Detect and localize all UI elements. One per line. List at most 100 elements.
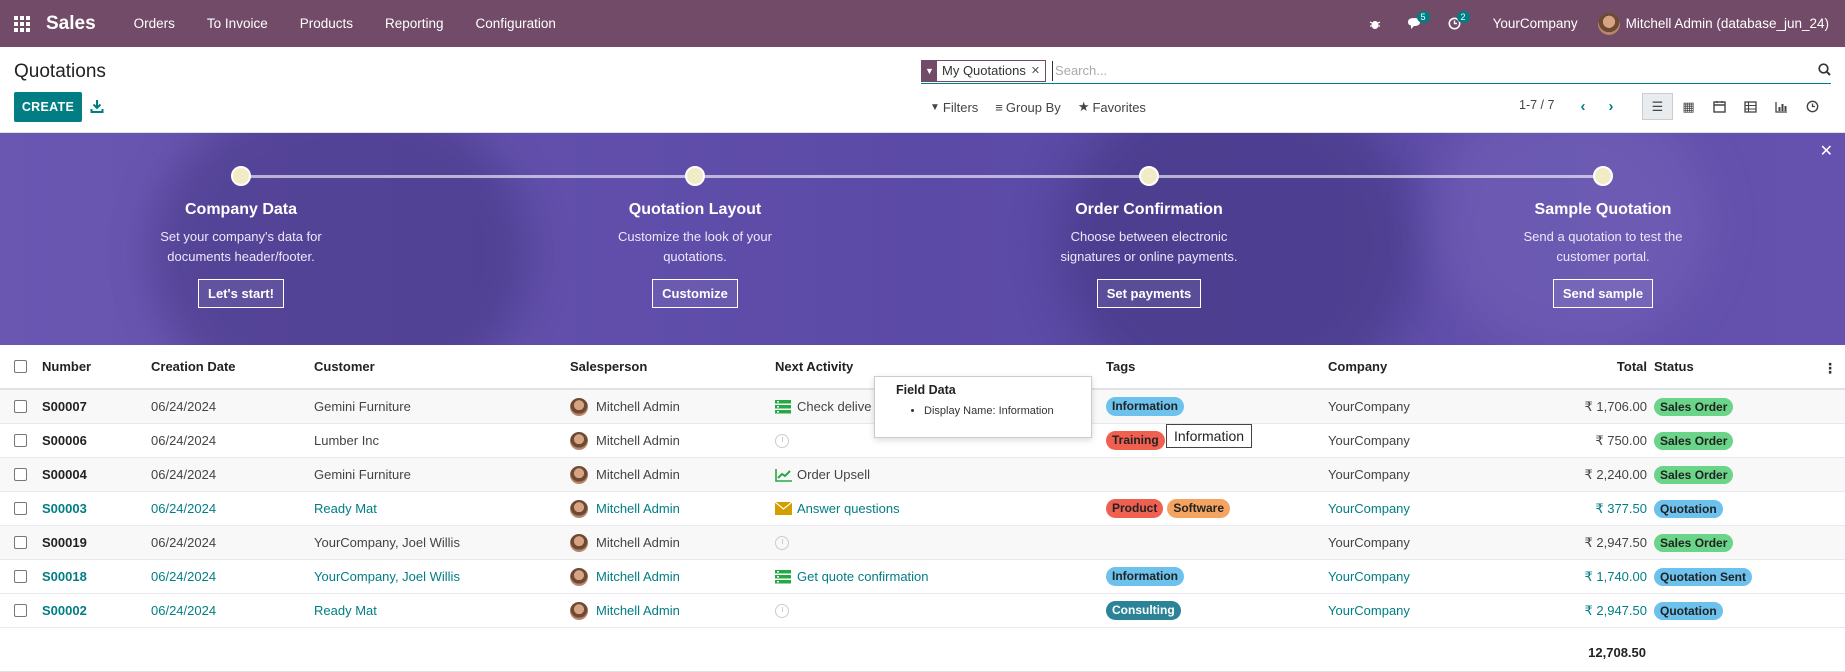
view-switcher: ☰ ▦	[1642, 93, 1828, 120]
header-status[interactable]: Status	[1654, 359, 1694, 374]
graph-view-icon[interactable]	[1766, 93, 1797, 120]
row-checkbox[interactable]	[14, 434, 27, 447]
step-title: Sample Quotation	[1534, 201, 1672, 218]
table-row[interactable]: S00003 06/24/2024 Ready Mat Mitchell Adm…	[0, 492, 1845, 526]
create-button[interactable]: CREATE	[14, 92, 82, 122]
close-banner-icon[interactable]: ✕	[1820, 141, 1833, 161]
tags: Consulting	[1106, 601, 1181, 620]
table-row[interactable]: S00004 06/24/2024 Gemini Furniture Mitch…	[0, 458, 1845, 492]
calendar-view-icon[interactable]	[1704, 93, 1735, 120]
header-customer[interactable]: Customer	[314, 359, 375, 374]
row-checkbox[interactable]	[14, 468, 27, 481]
todo-list-icon	[775, 569, 791, 584]
total: ₹ 377.50	[1595, 500, 1647, 516]
filters-dropdown[interactable]: ▼ Filters	[930, 99, 978, 115]
step-dot	[231, 166, 251, 186]
menu-reporting[interactable]: Reporting	[369, 0, 460, 47]
table-row[interactable]: S00018 06/24/2024 YourCompany, Joel Will…	[0, 560, 1845, 594]
order-number: S00002	[42, 603, 87, 618]
activity-summary: Order Upsell	[797, 467, 870, 482]
pivot-view-icon[interactable]	[1735, 93, 1766, 120]
salesperson: Mitchell Admin	[570, 601, 680, 620]
next-activity[interactable]	[775, 535, 789, 550]
header-creation-date[interactable]: Creation Date	[151, 359, 236, 374]
pager-previous-icon[interactable]: ‹	[1573, 95, 1593, 117]
next-activity[interactable]: Answer questions	[774, 501, 900, 516]
search-input[interactable]	[1052, 60, 1831, 81]
menu-products[interactable]: Products	[284, 0, 369, 47]
row-checkbox[interactable]	[14, 536, 27, 549]
salesperson-avatar	[570, 397, 588, 416]
next-activity[interactable]: Order Upsell	[775, 467, 870, 482]
groupby-dropdown[interactable]: ≡ Group By	[995, 99, 1061, 115]
select-all-checkbox[interactable]	[14, 360, 27, 373]
header-salesperson[interactable]: Salesperson	[570, 359, 647, 374]
salesperson-avatar	[570, 533, 588, 552]
salesperson-name: Mitchell Admin	[596, 535, 680, 550]
row-checkbox[interactable]	[14, 570, 27, 583]
table-row[interactable]: S00002 06/24/2024 Ready Mat Mitchell Adm…	[0, 594, 1845, 628]
customize-button[interactable]: Customize	[652, 279, 738, 308]
salesperson-name: Mitchell Admin	[596, 433, 680, 448]
step-quotation-layout: Quotation Layout Customize the look of y…	[545, 166, 845, 308]
company: YourCompany	[1328, 467, 1410, 482]
kanban-view-icon[interactable]: ▦	[1673, 93, 1704, 120]
table-row[interactable]: S00019 06/24/2024 YourCompany, Joel Will…	[0, 526, 1845, 560]
chat-badge: 5	[1416, 11, 1430, 23]
customer: YourCompany, Joel Willis	[314, 535, 460, 550]
customer: Gemini Furniture	[314, 467, 411, 482]
app-menu-icon[interactable]	[0, 0, 44, 47]
chat-icon[interactable]: 5	[1395, 0, 1435, 47]
lets-start-button[interactable]: Let's start!	[198, 279, 284, 308]
next-activity[interactable]: Get quote confirmation	[775, 569, 929, 584]
row-checkbox[interactable]	[14, 400, 27, 413]
app-name[interactable]: Sales	[46, 13, 96, 35]
facet-remove-icon[interactable]: ✕	[1031, 64, 1045, 77]
company: YourCompany	[1328, 399, 1410, 414]
header-company[interactable]: Company	[1328, 359, 1387, 374]
tooltip-title: Field Data	[896, 383, 956, 397]
header-tags[interactable]: Tags	[1106, 359, 1135, 374]
star-icon: ★	[1077, 99, 1090, 114]
search-icon[interactable]	[1818, 63, 1831, 79]
customer: Lumber Inc	[314, 433, 380, 448]
next-activity[interactable]	[775, 603, 789, 618]
creation-date: 06/24/2024	[151, 535, 217, 550]
row-checkbox[interactable]	[14, 604, 27, 617]
activity-view-icon[interactable]	[1797, 93, 1828, 120]
status-badge: Quotation	[1654, 499, 1723, 518]
bars-icon: ≡	[995, 99, 1003, 115]
bug-icon[interactable]	[1355, 0, 1395, 47]
menu-to-invoice[interactable]: To Invoice	[191, 0, 284, 47]
row-checkbox[interactable]	[14, 502, 27, 515]
download-icon[interactable]	[90, 99, 106, 115]
send-sample-button[interactable]: Send sample	[1552, 279, 1654, 308]
step-dot	[685, 166, 705, 186]
activity-clock-icon[interactable]: 2	[1435, 0, 1475, 47]
pager-next-icon[interactable]: ›	[1601, 95, 1621, 117]
activity-badge: 2	[1456, 11, 1470, 23]
user-name: Mitchell Admin (database_jun_24)	[1625, 16, 1829, 31]
groupby-label: Group By	[1005, 99, 1061, 115]
user-menu[interactable]: Mitchell Admin (database_jun_24)	[1597, 12, 1845, 35]
salesperson-name: Mitchell Admin	[596, 603, 680, 618]
creation-date: 06/24/2024	[151, 467, 217, 482]
activity-summary: Answer questions	[797, 501, 900, 516]
tag-information: Information	[1106, 397, 1184, 416]
favorites-dropdown[interactable]: ★ Favorites	[1078, 99, 1146, 115]
salesperson-avatar	[570, 465, 588, 484]
menu-orders[interactable]: Orders	[118, 0, 191, 47]
header-number[interactable]: Number	[42, 359, 91, 374]
pager-value[interactable]: 1-7 / 7	[1519, 98, 1554, 112]
list-view-icon[interactable]: ☰	[1642, 93, 1673, 120]
header-next-activity[interactable]: Next Activity	[775, 359, 853, 374]
set-payments-button[interactable]: Set payments	[1096, 279, 1202, 308]
creation-date: 06/24/2024	[151, 501, 217, 516]
next-activity[interactable]	[775, 433, 789, 448]
menu-configuration[interactable]: Configuration	[460, 0, 572, 47]
next-activity[interactable]: Check delive	[775, 399, 871, 414]
company-switcher[interactable]: YourCompany	[1475, 16, 1598, 31]
header-total[interactable]: Total	[1617, 359, 1647, 374]
user-avatar	[1597, 12, 1620, 35]
optional-columns-icon[interactable]: ⋮	[1823, 360, 1837, 377]
